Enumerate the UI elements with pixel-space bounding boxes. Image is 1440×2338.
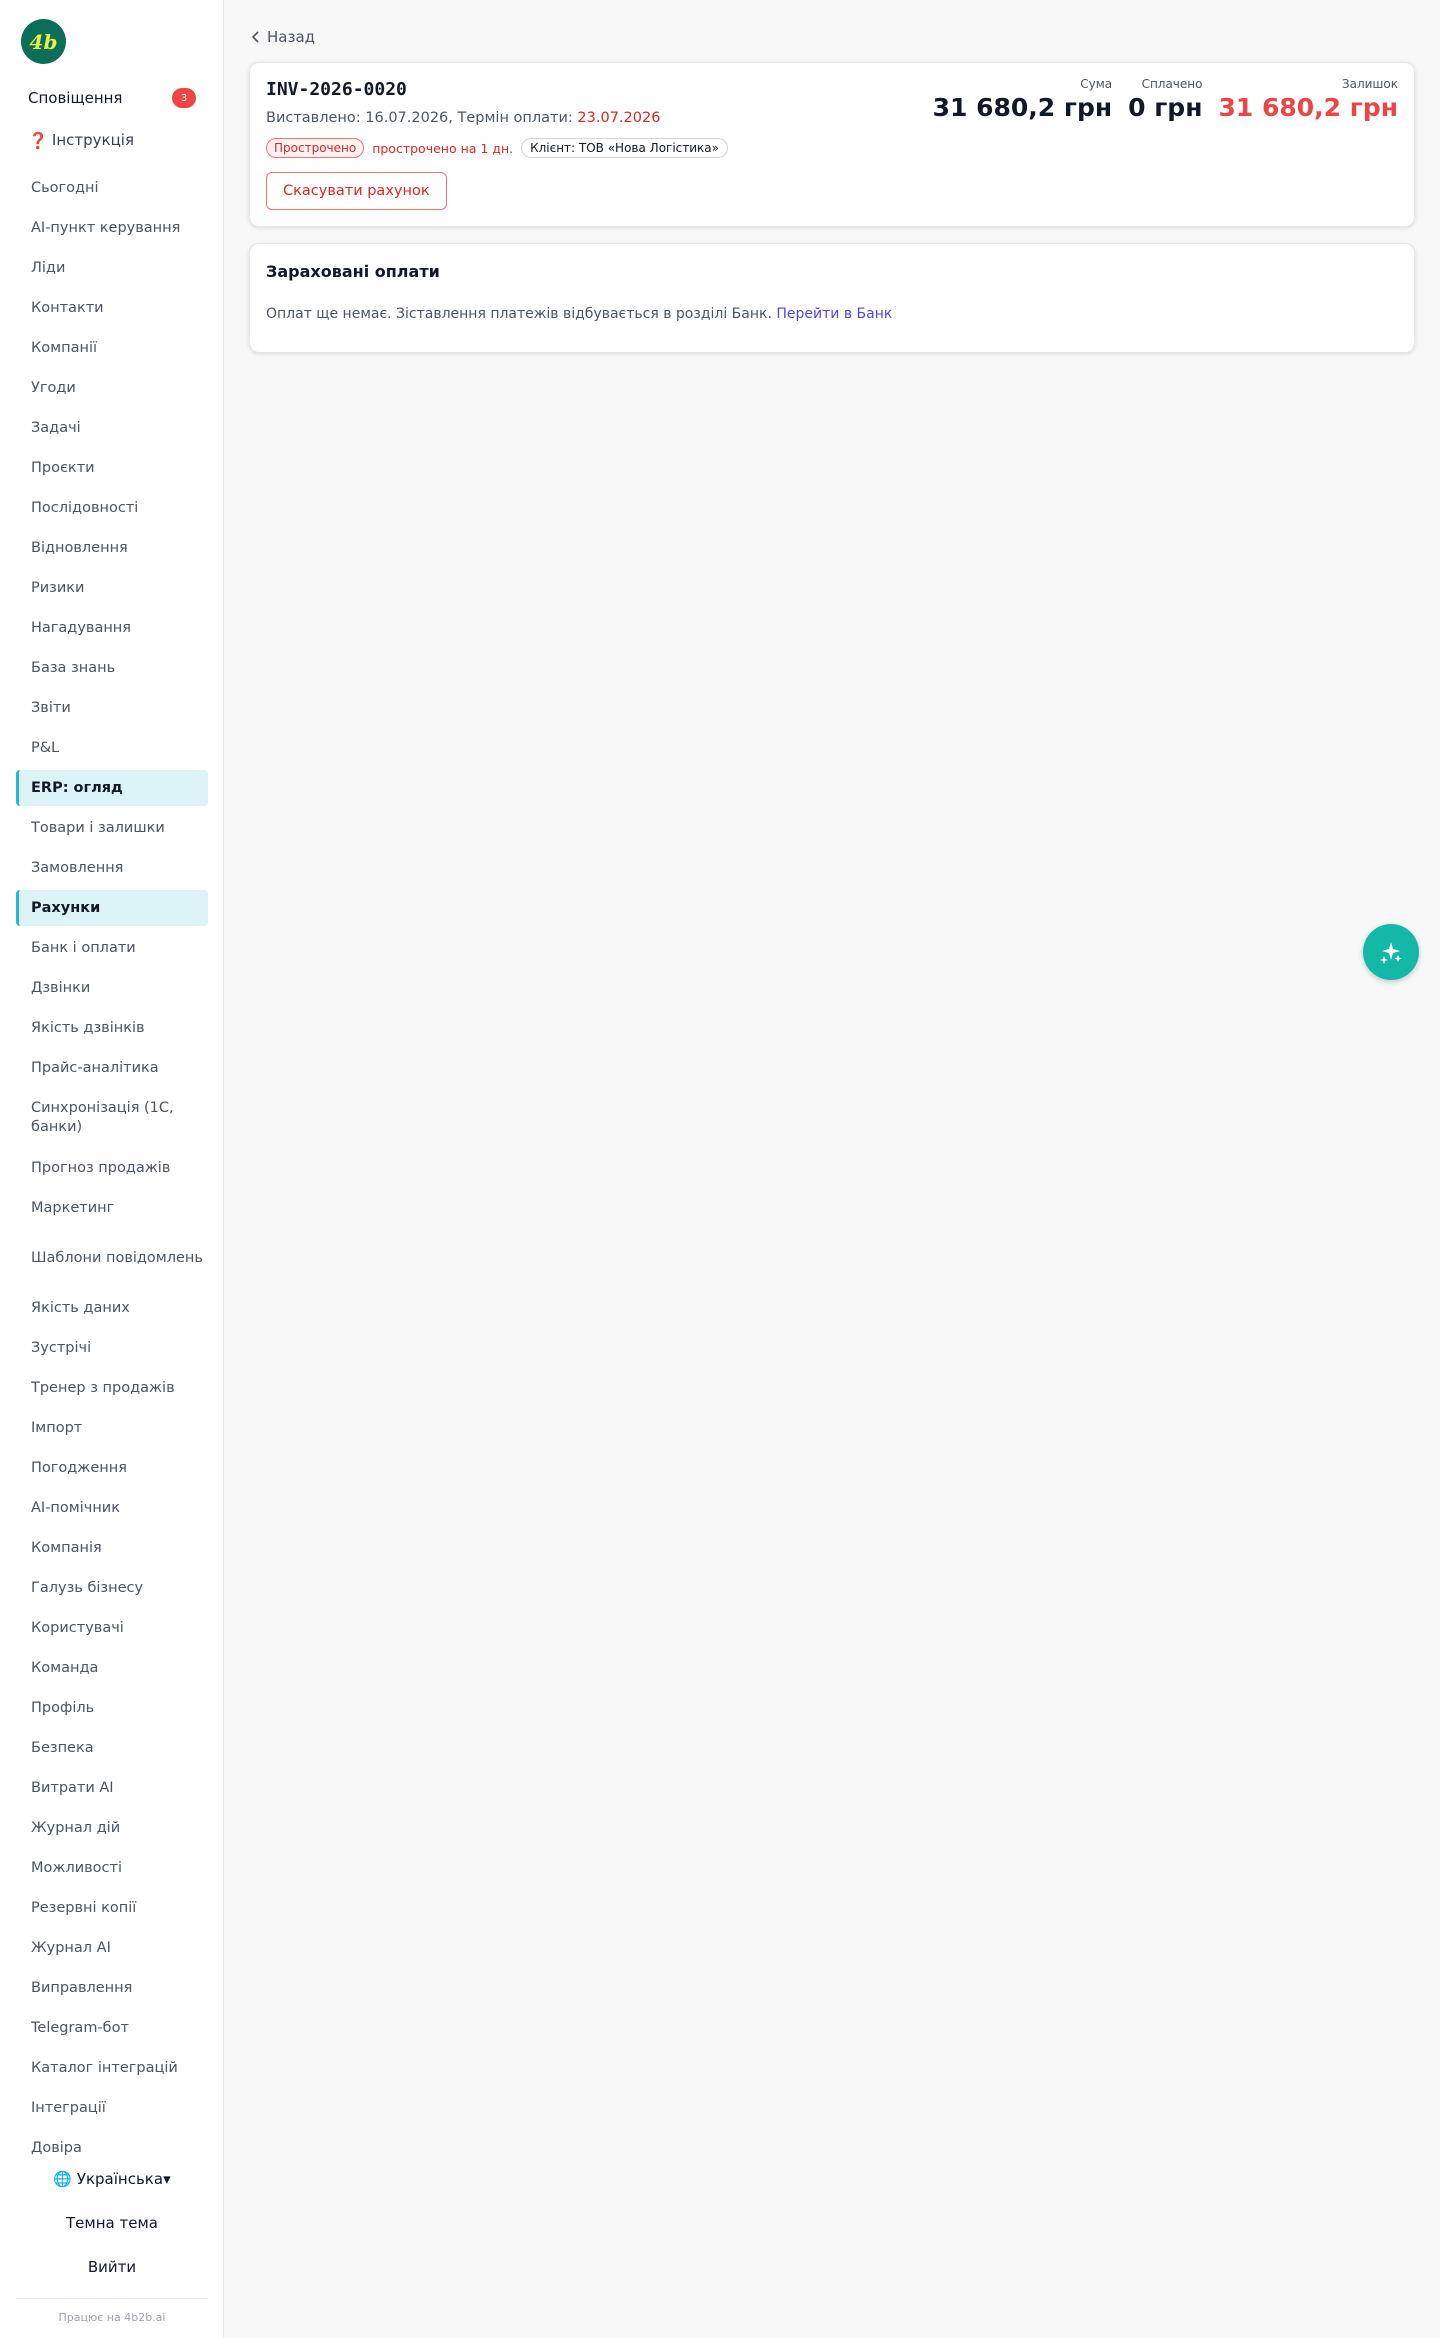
payments-empty-message: Оплат ще немає. Зіставлення платежів від… (266, 306, 777, 322)
sidebar-item[interactable]: Журнал AI (16, 1928, 208, 1968)
invoice-totals: Сума 31 680,2 грн Сплачено 0 грн Залишок… (933, 77, 1398, 122)
sidebar-item[interactable]: Команда (16, 1648, 208, 1688)
go-to-bank-link[interactable]: Перейти в Банк (776, 306, 892, 322)
due-date: 23.07.2026 (577, 110, 661, 126)
sidebar-item[interactable]: ERP: огляд (16, 770, 208, 806)
sidebar-item[interactable]: Каталог інтеграцій (16, 2048, 208, 2088)
sidebar-item[interactable]: Зустрічі (16, 1328, 208, 1368)
notifications-label: Сповіщення (28, 89, 123, 107)
sidebar-item[interactable]: Якість даних (16, 1288, 208, 1328)
sidebar-item[interactable]: Замовлення (16, 848, 208, 888)
sum-label: Сума (1080, 77, 1113, 91)
sidebar-item[interactable]: Безпека (16, 1728, 208, 1768)
sidebar-item[interactable]: Товари і залишки (16, 808, 208, 848)
total-sum: Сума 31 680,2 грн (933, 77, 1113, 122)
sidebar-item[interactable]: Відновлення (16, 528, 208, 568)
language-select[interactable]: 🌐 Українська▾ (0, 2170, 224, 2188)
sidebar-item[interactable]: Резервні копії (16, 1888, 208, 1928)
sidebar-item[interactable]: Довіра (16, 2128, 208, 2168)
sidebar-item[interactable]: Послідовності (16, 488, 208, 528)
client-pill[interactable]: Клієнт: ТОВ «Нова Логістика» (521, 138, 728, 158)
sidebar-item[interactable]: Інтеграції (16, 2088, 208, 2128)
sidebar-item[interactable]: Компанія (16, 1528, 208, 1568)
sidebar-item[interactable]: Проєкти (16, 448, 208, 488)
paid-value: 0 грн (1128, 93, 1203, 122)
payments-empty-text: Оплат ще немає. Зіставлення платежів від… (266, 306, 892, 322)
app-logo[interactable]: 4b (21, 19, 66, 64)
paid-label: Сплачено (1141, 77, 1203, 91)
sidebar-item[interactable]: AI-помічник (16, 1488, 208, 1528)
dark-theme-button[interactable]: Темна тема (0, 2214, 224, 2232)
status-badge: Прострочено (266, 138, 365, 158)
sidebar-item[interactable]: Шаблони повідомлень (16, 1228, 208, 1288)
notifications-link[interactable]: Сповіщення 3 (28, 88, 196, 108)
sidebar: 4b Сповіщення 3 ❓ Інструкція Сьогодні AI-… (0, 0, 224, 2338)
sidebar-item[interactable]: Користувачі (16, 1608, 208, 1648)
sidebar-item[interactable]: Профіль (16, 1688, 208, 1728)
notifications-count-badge: 3 (172, 88, 196, 108)
help-label: Інструкція (51, 131, 134, 149)
sidebar-item[interactable]: Галузь бізнесу (16, 1568, 208, 1608)
sidebar-nav: Сьогодні AI-пункт керування Ліди Контакти Ко… (16, 168, 208, 2168)
sidebar-item[interactable]: Банк і оплати (16, 928, 208, 968)
sidebar-item[interactable]: Якість дзвінків (16, 1008, 208, 1048)
sidebar-item[interactable]: Угоди (16, 368, 208, 408)
sidebar-item[interactable]: Сьогодні (16, 168, 208, 208)
sum-value: 31 680,2 грн (932, 93, 1113, 122)
issued-text: Виставлено: 16.07.2026, Термін оплати: (266, 110, 578, 126)
logout-button[interactable]: Вийти (0, 2258, 224, 2276)
sidebar-item[interactable]: Звіти (16, 688, 208, 728)
sidebar-item[interactable]: Можливості (16, 1848, 208, 1888)
sidebar-item[interactable]: Компанії (16, 328, 208, 368)
sidebar-item[interactable]: Ліди (16, 248, 208, 288)
sidebar-item[interactable]: Маркетинг (16, 1188, 208, 1228)
sidebar-item[interactable]: Імпорт (16, 1408, 208, 1448)
powered-by-footer: Працює на 4b2b.ai (16, 2298, 208, 2324)
sidebar-item[interactable]: Синхронізація (1С, банки) (16, 1088, 208, 1148)
sidebar-item[interactable]: Прогноз продажів (16, 1148, 208, 1188)
invoice-dates: Виставлено: 16.07.2026, Термін оплати: 2… (266, 110, 660, 126)
overdue-days-text: прострочено на 1 дн. (372, 140, 514, 156)
invoice-number: INV-2026-0020 (266, 79, 407, 100)
sidebar-item[interactable]: Контакти (16, 288, 208, 328)
sidebar-item[interactable]: Задачі (16, 408, 208, 448)
remaining-label: Залишок (1341, 77, 1398, 91)
sidebar-item[interactable]: Погодження (16, 1448, 208, 1488)
total-paid: Сплачено 0 грн (1128, 77, 1202, 122)
sidebar-item[interactable]: Тренер з продажів (16, 1368, 208, 1408)
help-link[interactable]: ❓ Інструкція (28, 130, 134, 150)
payments-title: Зараховані оплати (266, 262, 440, 281)
sidebar-item[interactable]: Журнал дій (16, 1808, 208, 1848)
ai-assistant-button[interactable] (1363, 924, 1419, 980)
invoice-badges: Прострочено прострочено на 1 дн. Клієнт:… (266, 138, 728, 158)
sidebar-item[interactable]: Витрати AI (16, 1768, 208, 1808)
sidebar-item[interactable]: Прайс-аналітика (16, 1048, 208, 1088)
sidebar-item[interactable]: Дзвінки (16, 968, 208, 1008)
sidebar-item[interactable]: P&L (16, 728, 208, 768)
sidebar-item[interactable]: AI-пункт керування (16, 208, 208, 248)
question-icon: ❓ (28, 130, 48, 150)
sidebar-item[interactable]: Telegram-бот (16, 2008, 208, 2048)
invoice-header-card: INV-2026-0020 Виставлено: 16.07.2026, Те… (249, 62, 1415, 227)
sidebar-item[interactable]: База знань (16, 648, 208, 688)
sidebar-item[interactable]: Нагадування (16, 608, 208, 648)
back-link[interactable]: Назад (251, 28, 315, 46)
sidebar-item[interactable]: Рахунки (16, 890, 208, 926)
sidebar-item[interactable]: Ризики (16, 568, 208, 608)
back-label: Назад (267, 28, 316, 46)
chevron-left-icon (251, 31, 259, 43)
cancel-invoice-button[interactable]: Скасувати рахунок (266, 172, 447, 210)
remaining-value: 31 680,2 грн (1218, 93, 1398, 122)
sidebar-item[interactable]: Виправлення (16, 1968, 208, 2008)
logo-text: 4b (29, 29, 58, 54)
payments-card: Зараховані оплати Оплат ще немає. Зістав… (249, 243, 1415, 353)
sparkles-icon (1380, 942, 1402, 964)
total-remaining: Залишок 31 680,2 грн (1218, 77, 1398, 122)
